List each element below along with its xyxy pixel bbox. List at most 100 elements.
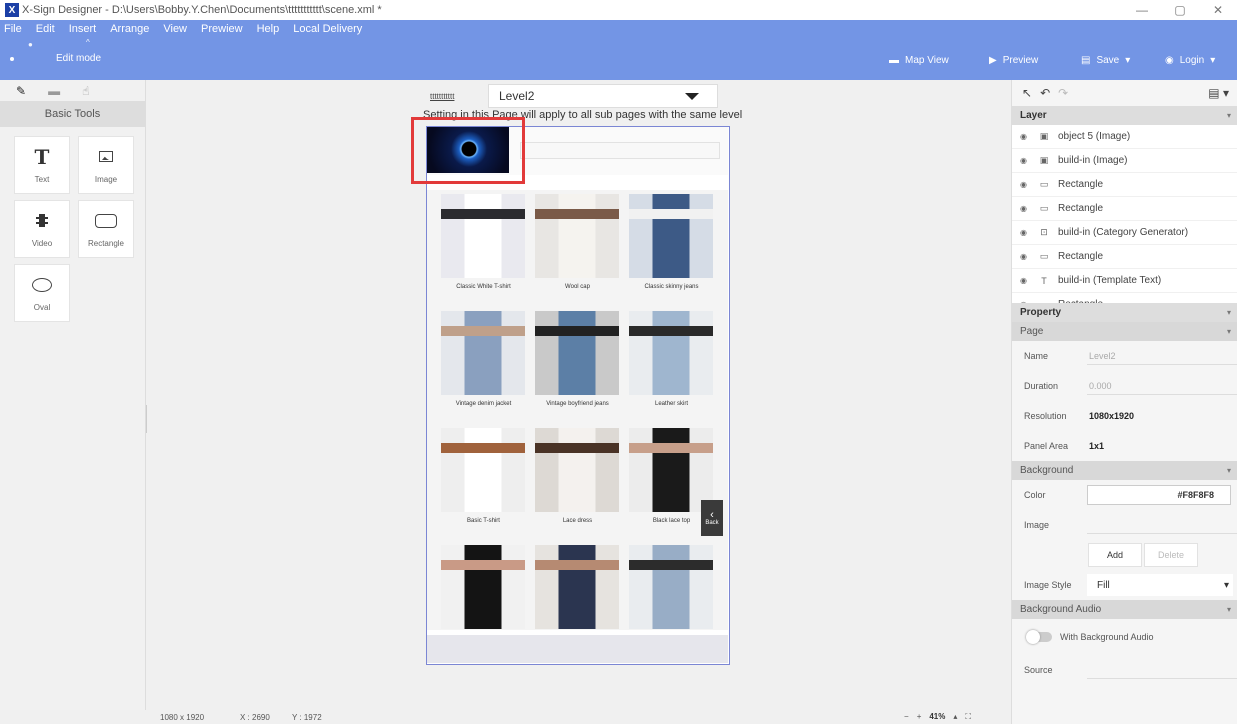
eye-icon[interactable]: ◉ [1020, 228, 1030, 237]
eye-icon[interactable]: ◉ [1020, 300, 1030, 303]
product-name: Wool cap [565, 284, 590, 290]
login-button[interactable]: ◉ Login ▾ [1165, 55, 1237, 66]
product-grid: Classic White T-shirt Wool cap Classic ski… [427, 190, 728, 630]
page-search-box[interactable] [520, 142, 720, 159]
product-photo [629, 545, 713, 629]
hand-tab-icon[interactable]: ☝ [82, 84, 89, 98]
redo-icon[interactable]: ↷ [1058, 86, 1068, 100]
source-label: Source [1024, 665, 1053, 675]
product-card[interactable]: Lace dress [535, 428, 620, 524]
eye-icon[interactable]: ◉ [1020, 252, 1030, 261]
eye-icon[interactable]: ◉ [1020, 156, 1030, 165]
name-input[interactable]: Level2 [1087, 347, 1237, 365]
undo-icon[interactable]: ↶ [1040, 86, 1050, 100]
menu-item-view[interactable]: View [163, 23, 187, 35]
eye-icon[interactable]: ◉ [1020, 204, 1030, 213]
fit-screen-icon[interactable]: ⛶ [965, 712, 971, 722]
layer-row[interactable]: ◉ ▣ object 5 (Image) [1012, 125, 1237, 149]
product-name: Leather skirt [654, 401, 688, 407]
briefcase-tab-icon[interactable]: ▬ [48, 84, 60, 98]
menu-item-prewiew[interactable]: Prewiew [201, 23, 243, 35]
map-view-label: Map View [905, 54, 949, 66]
product-card[interactable]: Vintage boyfriend jeans [535, 311, 620, 407]
product-card[interactable]: Classic White T-shirt [441, 194, 526, 290]
page-section-label: Page [1020, 326, 1044, 337]
add-image-button[interactable]: Add [1088, 543, 1142, 567]
menu-item-edit[interactable]: Edit [36, 23, 55, 35]
product-card[interactable]: Basic T-shirt [441, 428, 526, 524]
save-icon: ▤ [1081, 54, 1091, 66]
resolution-row: Resolution 1080x1920 [1012, 401, 1237, 431]
zoom-out-button[interactable]: − [904, 712, 909, 722]
layer-row[interactable]: ◉ ▣ build-in (Image) [1012, 149, 1237, 173]
layer-row[interactable]: ◉ ▭ Rectangle [1012, 173, 1237, 197]
background-audio-header[interactable]: Background Audio ▾ [1012, 600, 1237, 619]
edit-mode-control[interactable]: Edit mode [10, 53, 101, 64]
image-style-label: Image Style [1024, 580, 1072, 590]
color-input[interactable]: #F8F8F8 [1087, 485, 1231, 505]
property-header[interactable]: Property ▾ [1012, 303, 1237, 322]
map-view-button[interactable]: ▬ Map View [889, 55, 989, 66]
menu-item-arrange[interactable]: Arrange [110, 23, 149, 35]
rectangle-icon: ▭ [1039, 251, 1049, 261]
preview-button[interactable]: ▶ Preview [989, 55, 1081, 66]
product-card[interactable] [629, 545, 714, 629]
menu-item-help[interactable]: Help [257, 23, 280, 35]
layer-row[interactable]: ◉ ▭ Rectangle [1012, 245, 1237, 269]
restore-button[interactable]: ▢ [1161, 3, 1199, 17]
rectangle-tool[interactable]: Rectangle [78, 200, 134, 258]
level-link[interactable]: ttttttttttt [426, 92, 488, 101]
layer-header[interactable]: Layer ▾ [1012, 106, 1237, 125]
layer-row[interactable]: ◉ ⊡ build-in (Category Generator) [1012, 221, 1237, 245]
video-tool[interactable]: Video [14, 200, 70, 258]
image-style-value: Fill [1097, 579, 1110, 591]
pointer-icon[interactable]: ↖ [1022, 86, 1032, 100]
product-card[interactable] [441, 545, 526, 629]
back-button[interactable]: ‹ Back [701, 500, 723, 536]
page-preview[interactable]: Classic White T-shirt Wool cap Classic ski… [411, 117, 730, 665]
chevron-up-icon[interactable]: ▴ [953, 712, 957, 722]
eye-icon[interactable]: ◉ [1020, 132, 1030, 141]
product-card[interactable]: Leather skirt [629, 311, 714, 407]
page-header [411, 117, 728, 184]
menu-item-local-delivery[interactable]: Local Delivery [293, 23, 362, 35]
delete-image-button[interactable]: Delete [1144, 543, 1198, 567]
background-header[interactable]: Background ▾ [1012, 461, 1237, 480]
product-card[interactable]: Vintage denim jacket [441, 311, 526, 407]
level-select[interactable]: Level2 [488, 84, 718, 108]
eye-icon[interactable]: ◉ [1020, 180, 1030, 189]
tool-panel: ✎ ▬ ☝ Basic Tools T Text Image Video Rec… [0, 80, 146, 710]
product-photo [535, 194, 619, 278]
zoom-in-button[interactable]: + [917, 712, 922, 722]
layer-row[interactable]: ◉ ▭ Rectangle [1012, 197, 1237, 221]
tool-tabs: ✎ ▬ ☝ [0, 80, 145, 101]
align-icon[interactable]: ▤ ▾ [1208, 86, 1229, 100]
dropdown-arrow-icon [685, 92, 699, 100]
audio-toggle[interactable] [1026, 630, 1052, 644]
duration-input[interactable]: 0.000 [1087, 377, 1237, 395]
image-style-select[interactable]: Fill ▾ [1087, 574, 1233, 596]
product-card[interactable]: Wool cap [535, 194, 620, 290]
minimize-button[interactable]: — [1123, 3, 1161, 17]
menu-item-file[interactable]: File [4, 23, 22, 35]
save-button[interactable]: ▤ Save ▾ [1081, 55, 1165, 66]
layer-row[interactable]: ◉ ▭ Rectangle [1012, 293, 1237, 303]
design-canvas[interactable]: ttttttttttt Level2 Setting in this Page … [147, 80, 1011, 710]
pen-tab-icon[interactable]: ✎ [16, 84, 26, 98]
image-tool[interactable]: Image [78, 136, 134, 194]
menu-item-insert[interactable]: Insert [69, 23, 97, 35]
eye-icon[interactable]: ◉ [1020, 276, 1030, 285]
image-input[interactable] [1087, 516, 1237, 534]
text-tool[interactable]: T Text [14, 136, 70, 194]
source-input[interactable] [1087, 661, 1237, 679]
product-card[interactable]: Classic skinny jeans [629, 194, 714, 290]
product-card[interactable] [535, 545, 620, 629]
background-header-label: Background [1020, 465, 1074, 476]
layer-row[interactable]: ◉ Tbuild-in (Template Text) [1012, 269, 1237, 293]
close-button[interactable]: ✕ [1199, 3, 1237, 17]
chevron-down-icon: ▾ [1226, 605, 1231, 614]
save-label: Save [1096, 54, 1120, 66]
page-section-header[interactable]: Page ▾ [1012, 322, 1237, 341]
oval-tool[interactable]: Oval [14, 264, 70, 322]
text-icon: T [34, 144, 50, 169]
